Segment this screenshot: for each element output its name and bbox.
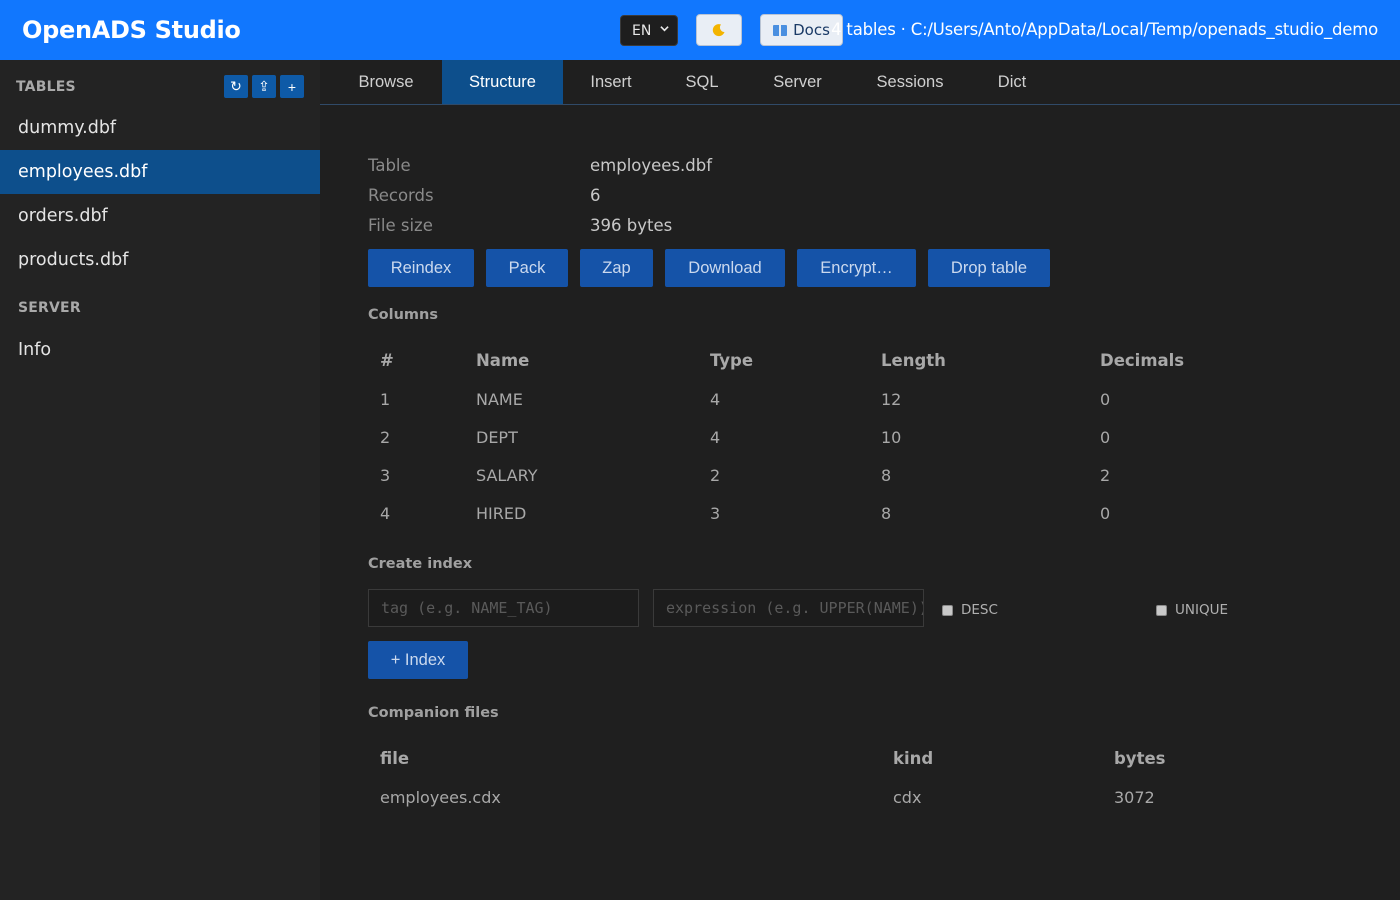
cell-name: NAME [476, 390, 523, 409]
sidebar-item-label: products.dbf [18, 250, 129, 270]
cell-number: 1 [380, 390, 391, 409]
cell-file: employees.cdx [380, 788, 501, 807]
download-button[interactable]: Download [665, 249, 785, 287]
refresh-icon: ↻ [230, 78, 242, 94]
book-icon [773, 24, 788, 36]
workspace-info: 4 tables · C:/Users/Anto/AppData/Local/T… [831, 20, 1378, 39]
sidebar-item-info[interactable]: Info [0, 328, 320, 372]
cell-type: 4 [710, 390, 721, 409]
reindex-button[interactable]: Reindex [368, 249, 474, 287]
cell-length: 12 [881, 390, 902, 409]
cell-decimals: 2 [1100, 466, 1111, 485]
plus-icon: + [287, 78, 297, 95]
table-value: employees.dbf [590, 156, 713, 175]
app-header: OpenADS Studio EN Docs 4 tables · C:/Use… [0, 0, 1400, 60]
pack-button[interactable]: Pack [486, 249, 568, 287]
add-table-button[interactable]: + [280, 75, 304, 98]
server-heading: SERVER [18, 300, 81, 316]
checkbox-icon [1156, 604, 1167, 616]
cell-length: 10 [881, 428, 902, 447]
refresh-button[interactable]: ↻ [224, 75, 248, 98]
sidebar-item-label: employees.dbf [18, 162, 148, 182]
cell-decimals: 0 [1100, 504, 1111, 523]
table-tools: ↻ ⇪ + [224, 75, 304, 98]
tab-browse[interactable]: Browse [330, 60, 442, 104]
sidebar-item-employees[interactable]: employees.dbf [0, 150, 320, 194]
column-header-length: Length [881, 351, 946, 370]
desc-checkbox[interactable]: DESC [942, 602, 998, 618]
tab-insert[interactable]: Insert [563, 60, 659, 104]
cell-kind: cdx [893, 788, 922, 807]
upload-icon: ⇪ [258, 78, 270, 94]
tab-sql[interactable]: SQL [659, 60, 745, 104]
zap-button[interactable]: Zap [580, 249, 653, 287]
drop-table-button[interactable]: Drop table [928, 249, 1050, 287]
tab-structure[interactable]: Structure [442, 60, 563, 104]
table-label: Table [368, 156, 411, 175]
records-label: Records [368, 186, 434, 205]
companion-header-file: file [380, 749, 410, 768]
create-index-title: Create index [368, 556, 473, 572]
column-header-type: Type [710, 351, 754, 370]
unique-label: UNIQUE [1175, 602, 1228, 618]
cell-type: 4 [710, 428, 721, 447]
column-header-decimals: Decimals [1100, 351, 1185, 370]
columns-title: Columns [368, 307, 438, 323]
companion-header-bytes: bytes [1114, 749, 1166, 768]
checkbox-icon [942, 604, 953, 616]
file-size-label: File size [368, 216, 433, 235]
index-expression-input[interactable] [653, 589, 924, 627]
records-value: 6 [590, 186, 601, 205]
cell-number: 3 [380, 466, 391, 485]
add-index-button[interactable]: + Index [368, 641, 468, 679]
companion-header-kind: kind [893, 749, 934, 768]
cell-number: 4 [380, 504, 391, 523]
cell-bytes: 3072 [1114, 788, 1155, 807]
cell-type: 2 [710, 466, 721, 485]
tab-bar: Browse Structure Insert SQL Server Sessi… [320, 60, 1400, 105]
docs-label: Docs [793, 21, 830, 39]
chevron-down-icon [660, 26, 669, 32]
app-title: OpenADS Studio [22, 16, 241, 44]
cell-length: 8 [881, 466, 892, 485]
tables-heading: TABLES [16, 79, 76, 95]
cell-name: DEPT [476, 428, 518, 447]
index-tag-input[interactable] [368, 589, 639, 627]
column-header-name: Name [476, 351, 530, 370]
moon-icon [712, 24, 725, 37]
column-header-number: # [380, 351, 394, 370]
upload-button[interactable]: ⇪ [252, 75, 276, 98]
theme-toggle-button[interactable] [696, 14, 742, 46]
tab-dict[interactable]: Dict [970, 60, 1054, 104]
desc-label: DESC [961, 602, 998, 618]
cell-type: 3 [710, 504, 721, 523]
cell-decimals: 0 [1100, 390, 1111, 409]
unique-checkbox[interactable]: UNIQUE [1156, 602, 1228, 618]
language-select[interactable]: EN [620, 15, 678, 46]
cell-name: SALARY [476, 466, 538, 485]
cell-name: HIRED [476, 504, 527, 523]
cell-decimals: 0 [1100, 428, 1111, 447]
file-size-value: 396 bytes [590, 216, 673, 235]
language-value: EN [632, 22, 652, 39]
cell-length: 8 [881, 504, 892, 523]
sidebar-item-label: orders.dbf [18, 206, 108, 226]
sidebar-item-label: Info [18, 340, 52, 360]
encrypt-button[interactable]: Encrypt… [797, 249, 916, 287]
cell-number: 2 [380, 428, 391, 447]
companion-files-title: Companion files [368, 705, 499, 721]
sidebar-item-label: dummy.dbf [18, 118, 117, 138]
sidebar-item-orders[interactable]: orders.dbf [0, 194, 320, 238]
sidebar-item-products[interactable]: products.dbf [0, 238, 320, 282]
sidebar-item-dummy[interactable]: dummy.dbf [0, 106, 320, 150]
tab-server[interactable]: Server [745, 60, 850, 104]
tab-sessions[interactable]: Sessions [850, 60, 970, 104]
sidebar: TABLES ↻ ⇪ + dummy.dbf employees.dbf ord… [0, 60, 320, 900]
